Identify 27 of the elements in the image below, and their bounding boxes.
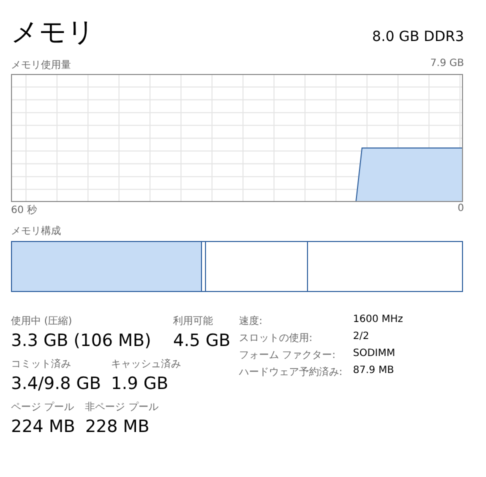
graph-label: メモリ使用量 (11, 59, 71, 72)
stat-value: 3.4/9.8 GB (11, 374, 102, 394)
stat-label: キャッシュ済み (111, 358, 182, 371)
stat-label: 使用中 (圧縮) (11, 314, 73, 328)
property-value: 2/2 (353, 331, 370, 344)
property-value: 87.9 MB (353, 365, 395, 378)
stat-label: 非ページ プール (85, 400, 158, 414)
stat-value: 224 MB (11, 417, 76, 437)
stat-label: 利用可能 (173, 314, 214, 328)
property-name: ハードウェア予約済み: (239, 366, 344, 379)
stat-value: 1.9 GB (111, 374, 170, 394)
memory-capacity: 8.0 GB DDR3 (372, 29, 464, 45)
stat-label: ページ プール (11, 400, 76, 414)
page-title: メモリ (11, 16, 95, 50)
stat-value: 228 MB (85, 417, 150, 437)
stat-value: 3.3 GB (106 MB) (11, 331, 152, 351)
graph-max-label: 7.9 GB (430, 58, 464, 71)
graph-time-end: 0 (458, 203, 464, 216)
stat-label: コミット済み (11, 358, 72, 371)
property-name: スロットの使用: (239, 332, 314, 345)
composition-label: メモリ構成 (11, 224, 62, 238)
stat-value: 4.5 GB (173, 331, 230, 351)
property-name: 速度: (239, 314, 264, 328)
graph-time-start: 60 秒 (11, 204, 37, 217)
property-name: フォーム ファクター: (239, 349, 337, 362)
property-value: SODIMM (353, 348, 396, 361)
property-value: 1600 MHz (353, 314, 404, 327)
